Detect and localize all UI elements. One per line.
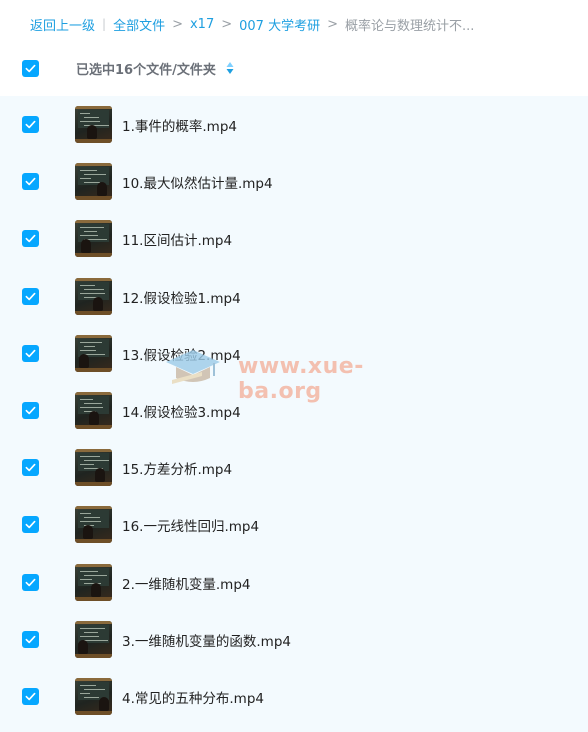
- file-checkbox[interactable]: [22, 516, 39, 534]
- file-name[interactable]: 10.最大似然估计量.mp4: [122, 172, 273, 192]
- breadcrumb-arrow: >: [172, 16, 183, 32]
- video-thumbnail[interactable]: [75, 506, 112, 544]
- check-icon: [25, 64, 36, 72]
- file-row[interactable]: 3.一维随机变量的函数.mp4: [0, 611, 588, 668]
- file-checkbox[interactable]: [22, 630, 39, 648]
- breadcrumb-arrow: >: [221, 16, 233, 32]
- breadcrumb-arrow: >: [327, 16, 338, 32]
- file-checkbox[interactable]: [22, 573, 39, 591]
- file-row[interactable]: 1.事件的概率.mp4: [0, 96, 588, 153]
- file-name[interactable]: 13.假设检验2.mp4: [122, 344, 241, 364]
- video-thumbnail[interactable]: [75, 620, 112, 658]
- file-checkbox[interactable]: [22, 459, 39, 477]
- file-row[interactable]: 2.一维随机变量.mp4: [0, 554, 588, 611]
- file-row[interactable]: 16.一元线性回归.mp4: [0, 496, 588, 553]
- check-icon: [25, 120, 36, 129]
- video-thumbnail[interactable]: [75, 677, 112, 715]
- selection-count-text: 已选中16个文件/文件夹: [76, 62, 216, 78]
- breadcrumb-current-folder: 概率论与数理统计不...: [345, 18, 475, 34]
- check-icon: [25, 235, 36, 243]
- file-name[interactable]: 3.一维随机变量的函数.mp4: [122, 630, 291, 650]
- check-icon: [25, 349, 36, 358]
- video-thumbnail[interactable]: [75, 334, 112, 372]
- file-row[interactable]: 15.方差分析.mp4: [0, 439, 588, 496]
- video-thumbnail[interactable]: [75, 106, 112, 143]
- breadcrumb-x17[interactable]: x17: [190, 17, 214, 32]
- file-checkbox[interactable]: [22, 173, 39, 191]
- check-icon: [25, 521, 36, 529]
- file-name[interactable]: 12.假设检验1.mp4: [122, 287, 241, 307]
- selection-header: 已选中16个文件/文件夹: [0, 42, 588, 94]
- check-icon: [25, 292, 36, 300]
- video-thumbnail[interactable]: [75, 449, 112, 487]
- back-link[interactable]: 返回上一级: [30, 15, 95, 34]
- check-icon: [25, 463, 36, 472]
- file-row[interactable]: 14.假设检验3.mp4: [0, 382, 588, 439]
- check-icon: [25, 406, 36, 415]
- video-thumbnail[interactable]: [75, 277, 112, 315]
- file-checkbox[interactable]: [22, 287, 39, 305]
- file-list: 1.事件的概率.mp4 10.最大似然估计量.mp4 11.区间估计.mp4 12.假…: [0, 96, 588, 732]
- file-name[interactable]: 4.常见的五种分布.mp4: [122, 687, 264, 707]
- file-name[interactable]: 1.事件的概率.mp4: [122, 115, 237, 135]
- file-checkbox[interactable]: [22, 401, 39, 419]
- file-row[interactable]: 12.假设检验1.mp4: [0, 268, 588, 325]
- video-thumbnail[interactable]: [75, 163, 112, 201]
- video-thumbnail[interactable]: [75, 563, 112, 601]
- check-icon: [25, 635, 36, 643]
- sort-icon[interactable]: [226, 61, 234, 75]
- file-name[interactable]: 11.区间估计.mp4: [122, 229, 232, 249]
- file-row[interactable]: 11.区间估计.mp4: [0, 210, 588, 267]
- file-row[interactable]: 13.假设检验2.mp4: [0, 325, 588, 382]
- file-checkbox[interactable]: [22, 230, 39, 248]
- file-name[interactable]: 14.假设检验3.mp4: [122, 401, 241, 421]
- breadcrumb-kaoyan[interactable]: 007 大学考研: [239, 15, 320, 34]
- file-checkbox[interactable]: [22, 116, 39, 133]
- file-row[interactable]: 4.常见的五种分布.mp4: [0, 668, 588, 725]
- file-checkbox[interactable]: [22, 687, 39, 705]
- video-thumbnail[interactable]: [75, 220, 112, 258]
- check-icon: [25, 177, 36, 186]
- file-name[interactable]: 2.一维随机变量.mp4: [122, 573, 250, 593]
- file-name[interactable]: 16.一元线性回归.mp4: [122, 515, 259, 535]
- check-icon: [25, 578, 36, 586]
- breadcrumb-all-files[interactable]: 全部文件: [113, 15, 165, 34]
- check-icon: [25, 692, 36, 701]
- breadcrumb: 返回上一级 | 全部文件 > x17 > 007 大学考研 > 概率论与数理统计…: [30, 14, 474, 34]
- breadcrumb-divider: |: [102, 17, 107, 31]
- file-checkbox[interactable]: [22, 344, 39, 362]
- select-all-checkbox[interactable]: [22, 59, 39, 77]
- file-name[interactable]: 15.方差分析.mp4: [122, 458, 232, 478]
- file-row[interactable]: 10.最大似然估计量.mp4: [0, 153, 588, 210]
- video-thumbnail[interactable]: [75, 391, 112, 429]
